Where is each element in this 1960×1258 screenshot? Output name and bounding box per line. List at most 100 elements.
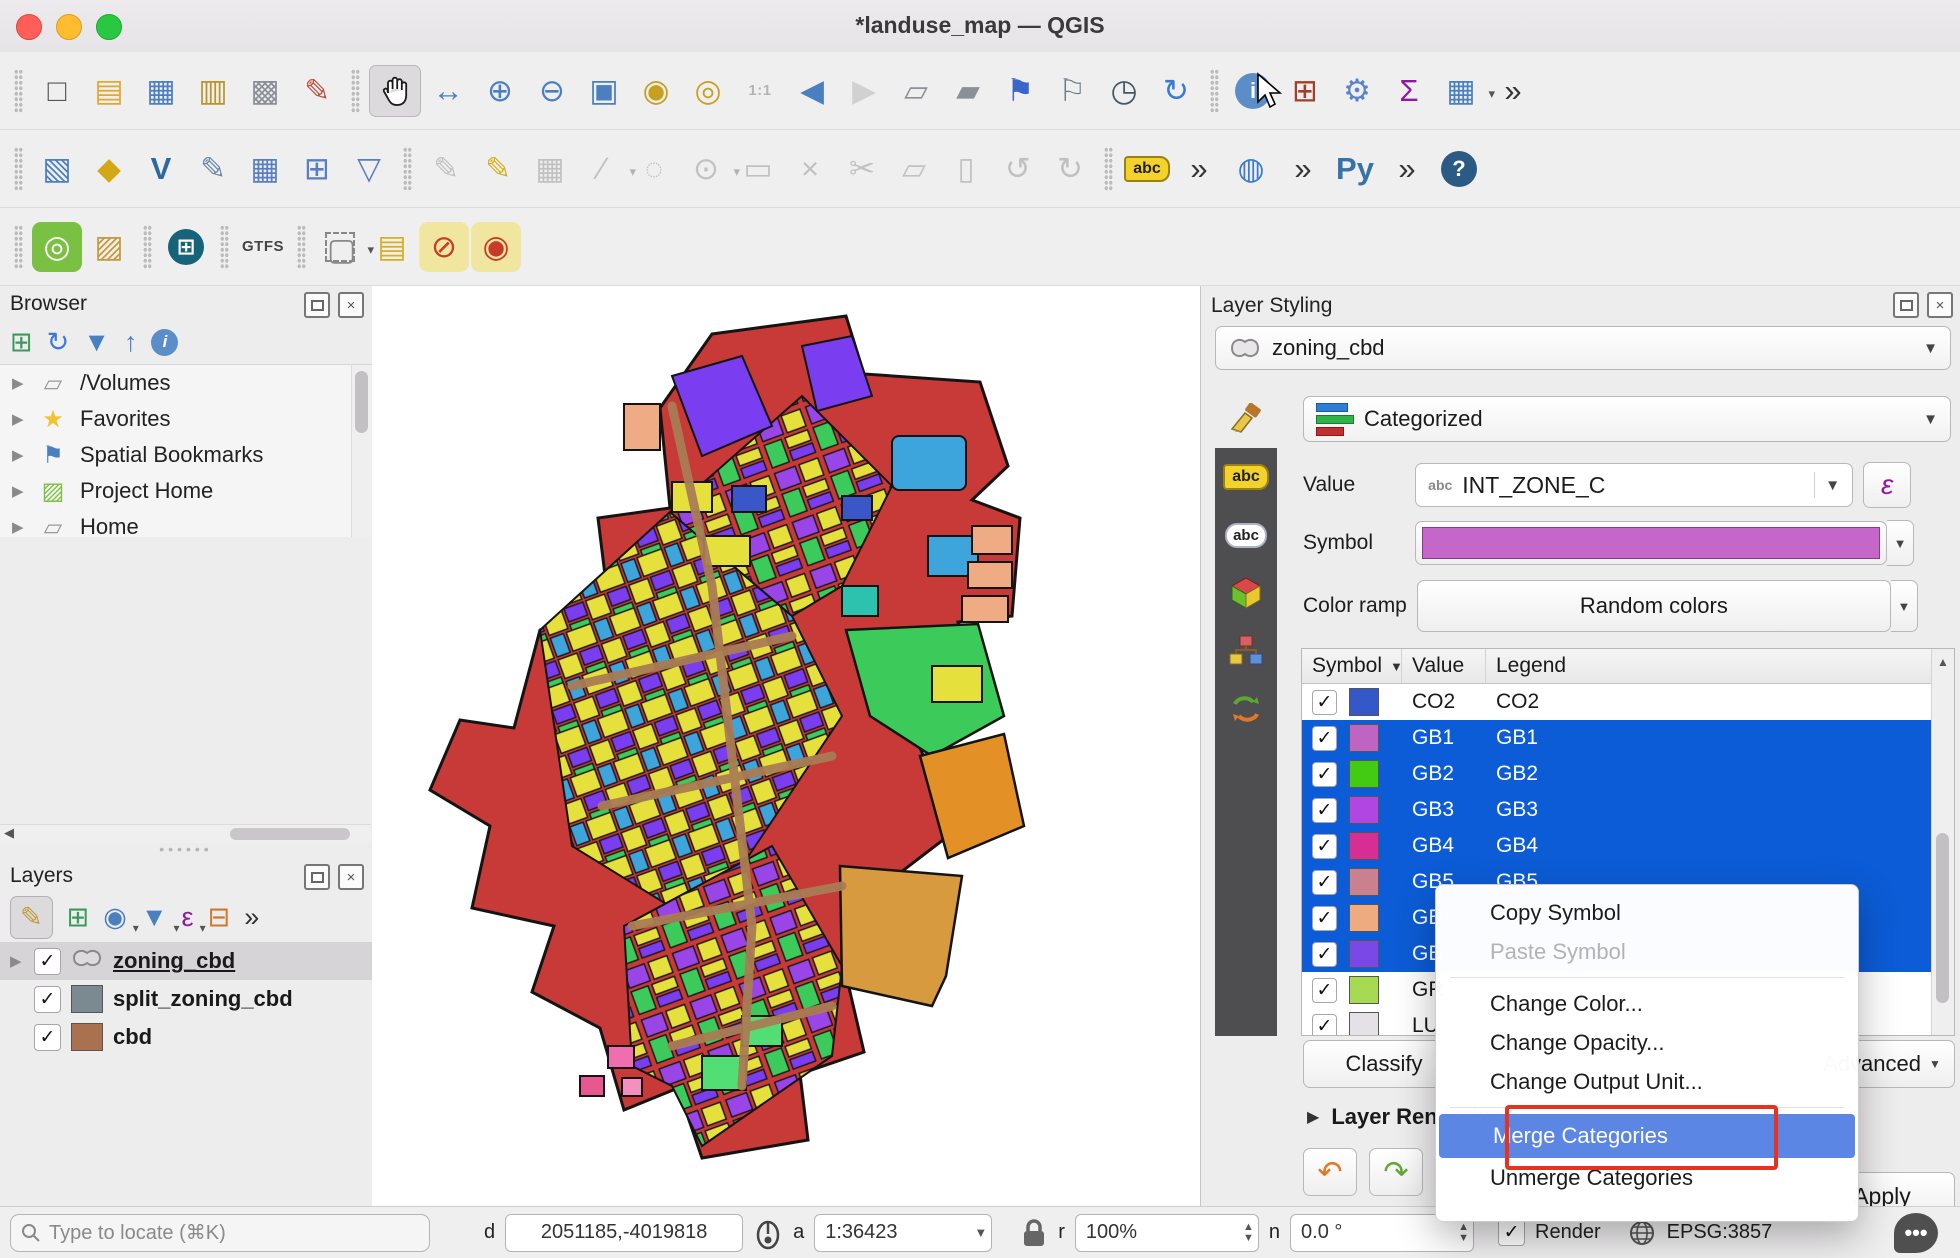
locator-search-input[interactable]: Type to locate (⌘K) xyxy=(10,1214,430,1252)
3d-view-tab[interactable] xyxy=(1215,564,1277,622)
layer-visibility-checkbox[interactable]: ✓ xyxy=(34,986,61,1013)
caret-right-icon[interactable]: ▶ xyxy=(12,446,26,464)
save-layer-edits-icon[interactable]: ▦ xyxy=(525,144,575,194)
layers-float-icon[interactable] xyxy=(304,864,330,890)
open-project-icon[interactable]: ▤ xyxy=(84,66,134,116)
processing-options-icon[interactable]: ⚙ xyxy=(1332,66,1382,116)
caret-right-icon[interactable]: ▶ xyxy=(12,374,26,392)
column-header-symbol[interactable]: Symbol▼ xyxy=(1302,649,1402,683)
category-color-swatch[interactable] xyxy=(1349,796,1379,824)
spin-arrows-icon[interactable]: ▲▼ xyxy=(1243,1222,1258,1244)
caret-right-icon[interactable]: ▶ xyxy=(10,952,24,970)
new-3d-map-view-icon[interactable]: ▰ xyxy=(943,66,993,116)
category-color-swatch[interactable] xyxy=(1349,940,1379,968)
zoom-to-selection-icon[interactable]: ◉ xyxy=(631,66,681,116)
category-checkbox[interactable]: ✓ xyxy=(1312,978,1337,1003)
category-checkbox[interactable]: ✓ xyxy=(1312,942,1337,967)
spin-arrows-icon[interactable]: ▲▼ xyxy=(1458,1222,1473,1244)
messages-bubble-icon[interactable]: ••• xyxy=(1894,1213,1938,1253)
layer-item-cbd[interactable]: ▶✓cbd xyxy=(0,1018,372,1056)
plugin-overflow-icon[interactable]: » xyxy=(1382,144,1432,194)
delete-selected-icon[interactable]: × xyxy=(785,144,835,194)
browser-item-home[interactable]: ▶▱Home xyxy=(0,509,372,537)
column-header-legend[interactable]: Legend xyxy=(1486,649,1954,683)
zoom-in-icon[interactable]: ⊕ xyxy=(475,66,525,116)
current-edits-icon[interactable]: ✎ xyxy=(421,144,471,194)
map-canvas[interactable] xyxy=(372,286,1200,1206)
extent-toggle-icon[interactable] xyxy=(753,1216,783,1250)
scroll-up-icon[interactable]: ▲ xyxy=(1937,655,1949,669)
category-color-swatch[interactable] xyxy=(1349,904,1379,932)
osm-place-search-icon[interactable]: ◎ xyxy=(32,222,82,272)
category-color-swatch[interactable] xyxy=(1349,724,1379,752)
new-project-icon[interactable]: □ xyxy=(32,66,82,116)
sum-features-icon[interactable]: Σ xyxy=(1384,66,1434,116)
select-by-form-icon[interactable]: ▤▾ xyxy=(367,222,417,272)
gtfs-loader-icon[interactable]: GTFS xyxy=(238,222,288,272)
history-tab[interactable] xyxy=(1215,680,1277,738)
callouts-tab[interactable]: abc xyxy=(1215,506,1277,564)
category-color-swatch[interactable] xyxy=(1349,760,1379,788)
refresh-map-icon[interactable]: ↻ xyxy=(1151,66,1201,116)
category-color-swatch[interactable] xyxy=(1349,976,1379,1004)
render-checkbox[interactable]: ✓ xyxy=(1498,1219,1525,1246)
zoom-last-icon[interactable]: ◀ xyxy=(787,66,837,116)
style-manager-icon[interactable]: ✎ xyxy=(292,66,342,116)
category-color-swatch[interactable] xyxy=(1349,688,1379,716)
osm-edit-icon[interactable]: ▨ xyxy=(84,222,134,272)
paste-features-icon[interactable]: ▯ xyxy=(941,144,991,194)
caret-right-icon[interactable]: ▶ xyxy=(12,482,26,500)
category-checkbox[interactable]: ✓ xyxy=(1312,870,1337,895)
temporal-controller-icon[interactable]: ◷ xyxy=(1099,66,1149,116)
new-virtual-layer-icon[interactable]: ▽ xyxy=(344,144,394,194)
color-ramp-dropdown[interactable]: ▼ xyxy=(1891,580,1918,632)
layer-labeling-icon[interactable]: abc xyxy=(1122,144,1172,194)
diagrams-tab[interactable] xyxy=(1215,622,1277,680)
layer-item-split_zoning_cbd[interactable]: ▶✓split_zoning_cbd xyxy=(0,980,372,1018)
add-selected-layers-icon[interactable]: ⊞ xyxy=(10,327,33,358)
select-features-icon[interactable]: ▢▾ xyxy=(315,222,365,272)
category-row-GB2[interactable]: ✓GB2GB2 xyxy=(1302,756,1954,792)
zoom-to-layer-icon[interactable]: ◎ xyxy=(683,66,733,116)
toolbar-overflow-1-icon[interactable]: » xyxy=(1488,66,1538,116)
add-group-icon[interactable]: ⊞ xyxy=(67,902,90,933)
category-checkbox[interactable]: ✓ xyxy=(1312,798,1337,823)
toggle-editing-icon[interactable]: ✎ xyxy=(473,144,523,194)
labels-tab[interactable]: abc xyxy=(1215,448,1277,506)
zoom-native-icon[interactable]: 1:1 xyxy=(735,66,785,116)
styling-close-icon[interactable]: × xyxy=(1927,292,1953,318)
category-row-GB3[interactable]: ✓GB3GB3 xyxy=(1302,792,1954,828)
browser-item-project-home[interactable]: ▶▨Project Home xyxy=(0,473,372,509)
layer-visibility-checkbox[interactable]: ✓ xyxy=(34,948,61,975)
pan-map-icon[interactable] xyxy=(369,65,421,117)
browser-float-icon[interactable] xyxy=(304,292,330,318)
color-ramp-button[interactable]: Random colors xyxy=(1417,580,1891,632)
symbol-swatch-button[interactable] xyxy=(1415,521,1887,565)
category-row-GB1[interactable]: ✓GB1GB1 xyxy=(1302,720,1954,756)
menu-item-change-output-unit[interactable]: Change Output Unit... xyxy=(1436,1062,1858,1101)
zoom-next-icon[interactable]: ▶ xyxy=(839,66,889,116)
open-layer-styling-icon[interactable]: ✎ xyxy=(10,896,53,939)
value-field-combo[interactable]: abc INT_ZONE_C ▼ xyxy=(1415,463,1853,507)
caret-right-icon[interactable]: ▶ xyxy=(12,518,26,536)
layer-item-zoning_cbd[interactable]: ▶✓zoning_cbd xyxy=(0,942,372,980)
category-checkbox[interactable]: ✓ xyxy=(1312,690,1337,715)
expand-all-layers-icon[interactable]: ⊟ xyxy=(208,902,231,933)
properties-info-icon[interactable]: i xyxy=(151,329,178,356)
styling-float-icon[interactable] xyxy=(1893,292,1919,318)
show-spatial-bookmarks-icon[interactable]: ⚐ xyxy=(1047,66,1097,116)
category-row-GB4[interactable]: ✓GB4GB4 xyxy=(1302,828,1954,864)
zoom-full-icon[interactable]: ▣ xyxy=(579,66,629,116)
vertex-tool-icon[interactable]: ⊙▾ xyxy=(681,144,731,194)
expression-builder-button[interactable]: ε xyxy=(1863,462,1911,508)
new-geopackage-layer-icon[interactable]: ◆ xyxy=(84,144,134,194)
crs-globe-icon[interactable] xyxy=(1627,1218,1657,1248)
filter-browser-icon[interactable]: ▼ xyxy=(83,327,110,358)
category-checkbox[interactable]: ✓ xyxy=(1312,906,1337,931)
python-console-icon[interactable]: Py xyxy=(1330,144,1380,194)
metasearch-icon[interactable]: ◍ xyxy=(1226,144,1276,194)
new-shapefile-layer-icon[interactable]: V xyxy=(136,144,186,194)
new-spatialite-layer-icon[interactable]: ✎ xyxy=(188,144,238,194)
manage-map-themes-icon[interactable]: ◉▾ xyxy=(103,902,127,933)
browser-item-favorites[interactable]: ▶★Favorites xyxy=(0,401,372,437)
